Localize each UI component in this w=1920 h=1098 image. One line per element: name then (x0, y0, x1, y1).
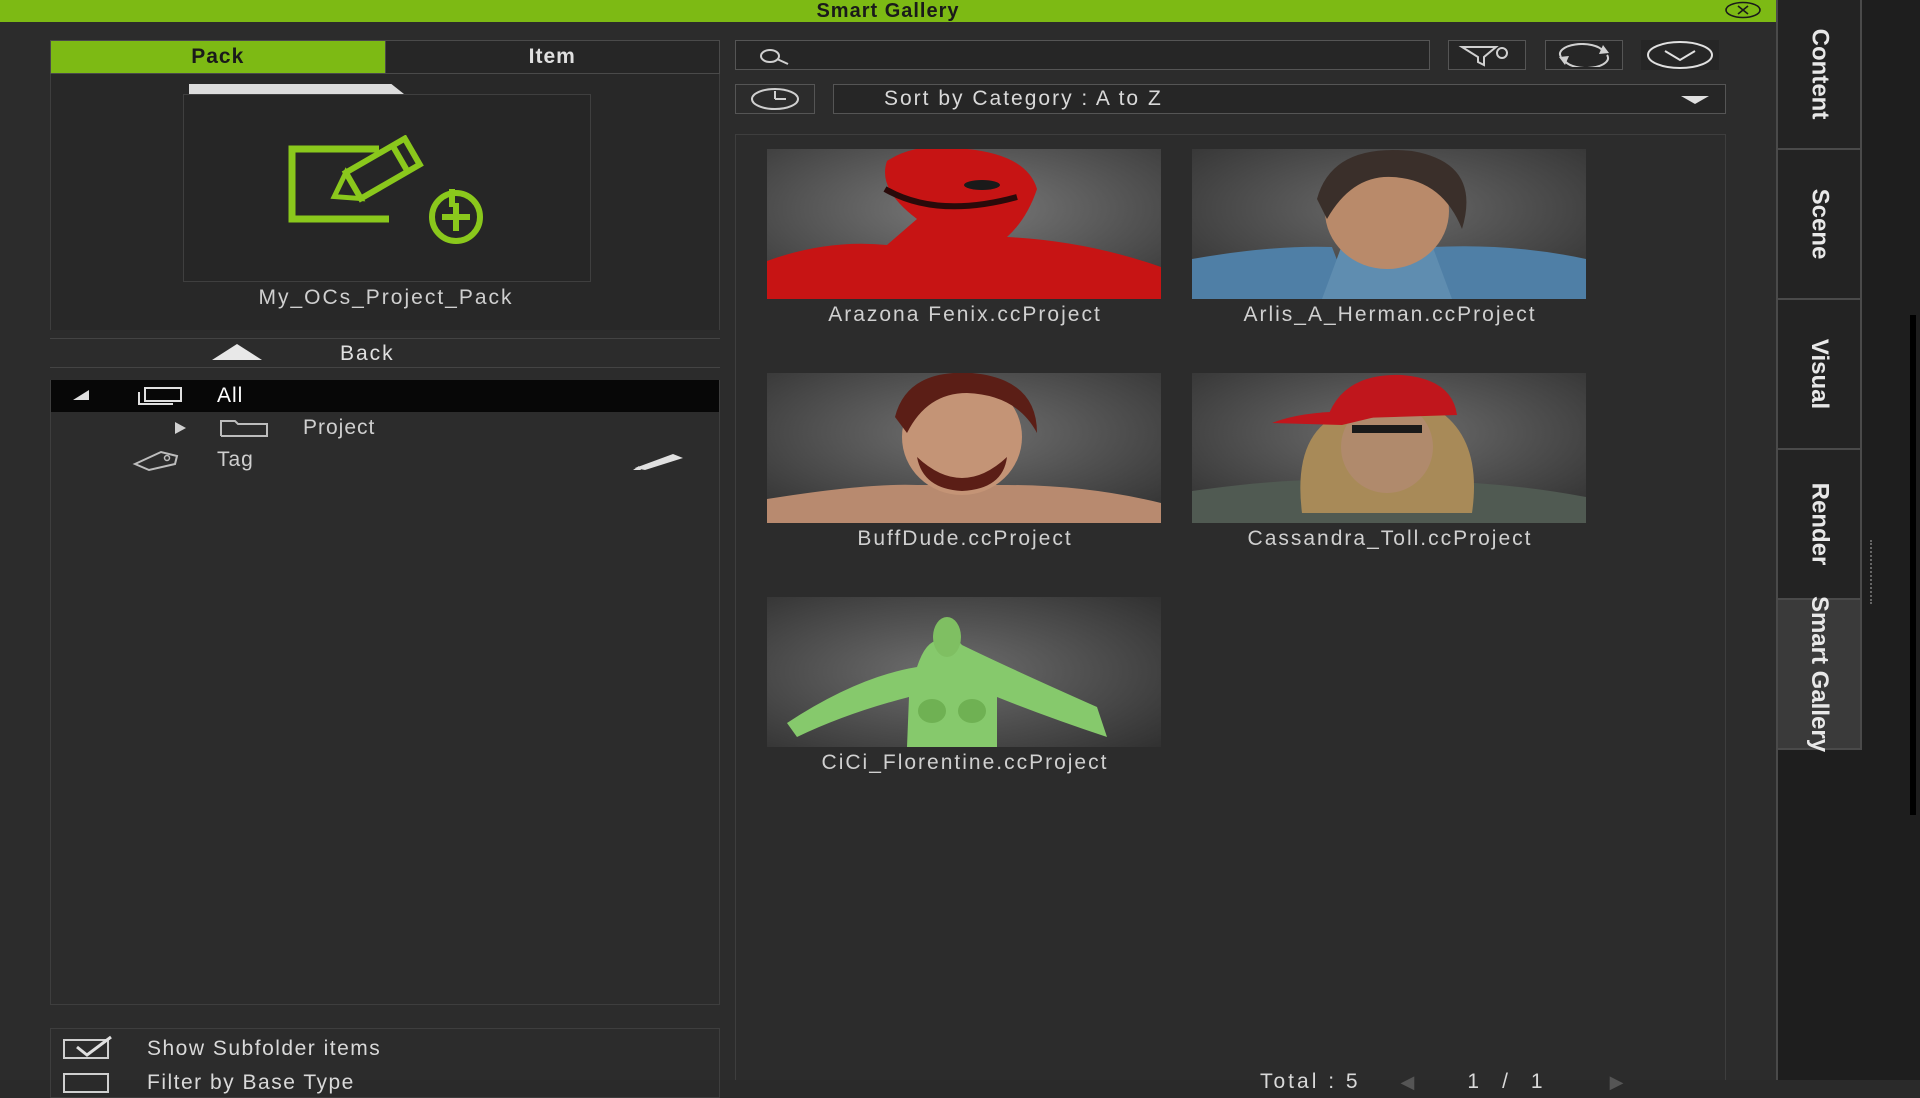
gallery-item[interactable]: Arazona Fenix.ccProject (767, 149, 1163, 326)
side-tab-bar: Content Scene Visual Render Smart Galler… (1776, 0, 1920, 1080)
search-icon (760, 49, 789, 65)
character-thumbnail-green (767, 597, 1161, 747)
gallery-item[interactable]: CiCi_Florentine.ccProject (767, 597, 1163, 774)
edit-pencil-icon[interactable] (631, 450, 687, 472)
thumbnail (767, 597, 1161, 747)
pack-name: My_OCs_Project_Pack (258, 286, 514, 309)
window-title: Smart Gallery (816, 0, 960, 22)
more-options-button[interactable] (1641, 40, 1719, 70)
right-panel: Sort by Category : A to Z Arazona Fenix.… (735, 40, 1735, 1093)
filter-base-type-checkbox[interactable] (63, 1073, 109, 1093)
side-tab-label: Render (1806, 482, 1833, 566)
gallery-grid: Arazona Fenix.ccProject Arlis_A_Herman.c… (735, 134, 1726, 1080)
tab-item[interactable]: Item (384, 41, 719, 73)
close-icon (1725, 1, 1761, 19)
clock-icon (751, 88, 799, 110)
tab-pack[interactable]: Pack (51, 41, 385, 73)
screen-icon (138, 387, 182, 405)
tree-item-project[interactable]: Project (51, 412, 719, 444)
item-label: BuffDude.ccProject (857, 527, 1073, 550)
total-count: Total : 5 (1260, 1070, 1361, 1093)
character-thumbnail-beard (767, 373, 1161, 523)
up-arrow-icon (212, 344, 262, 360)
total-pages: 1 (1530, 1070, 1546, 1093)
gallery-options: Show Subfolder items Filter by Base Type (50, 1028, 720, 1098)
thumbnail (767, 373, 1161, 523)
gallery-item[interactable]: Arlis_A_Herman.ccProject (1192, 149, 1588, 326)
tree-label: Tag (217, 448, 254, 471)
sort-label: Sort by Category : A to Z (884, 87, 1163, 110)
folder-icon (220, 420, 268, 437)
main-area: Pack Item My_OCs_Project_Pack Back All P… (0, 22, 1776, 1098)
item-label: CiCi_Florentine.ccProject (821, 751, 1109, 774)
tag-icon (132, 450, 179, 472)
pack-preview: My_OCs_Project_Pack (50, 74, 720, 330)
gallery-item[interactable]: BuffDude.ccProject (767, 373, 1163, 550)
show-subfolder-checkbox[interactable] (63, 1035, 112, 1059)
category-tree: All Project Tag (50, 380, 720, 1005)
gallery-item[interactable]: Cassandra_Toll.ccProject (1192, 373, 1588, 550)
item-label: Arlis_A_Herman.ccProject (1243, 303, 1537, 326)
expand-triangle-icon[interactable] (73, 390, 89, 400)
search-input[interactable] (735, 40, 1430, 70)
pack-item-tabs: Pack Item (50, 40, 720, 74)
chevron-down-circle-icon (1647, 41, 1713, 69)
page-separator: / (1502, 1070, 1511, 1093)
left-panel: Pack Item My_OCs_Project_Pack Back All P… (50, 40, 720, 1098)
character-thumbnail-denim (1192, 149, 1586, 299)
back-label: Back (340, 342, 395, 365)
pagination-footer: Total : 5 ◀ 1 / 1 ▶ (1260, 1070, 1626, 1094)
filter-button[interactable] (1448, 40, 1526, 70)
edit-pack-icon (288, 135, 483, 244)
side-tab-visual[interactable]: Visual (1778, 300, 1862, 450)
back-button[interactable]: Back (50, 338, 720, 368)
close-button[interactable] (1724, 1, 1762, 19)
filter-base-type-label: Filter by Base Type (147, 1071, 355, 1094)
thumbnail (1192, 149, 1586, 299)
checkmark-icon (76, 1035, 112, 1057)
show-subfolder-label: Show Subfolder items (147, 1037, 382, 1060)
prev-page-icon[interactable]: ◀ (1401, 1072, 1418, 1093)
refresh-icon (1559, 43, 1609, 67)
resize-grip[interactable] (1870, 540, 1880, 604)
thumbnail (1192, 373, 1586, 523)
side-tab-label: Visual (1805, 338, 1833, 410)
sort-dropdown[interactable]: Sort by Category : A to Z (833, 84, 1726, 114)
refresh-button[interactable] (1545, 40, 1623, 70)
tree-label: Project (303, 416, 376, 439)
character-thumbnail-cap (1192, 373, 1586, 523)
collapsed-triangle-icon[interactable] (175, 422, 186, 434)
side-tab-smart-gallery[interactable]: Smart Gallery (1778, 596, 1862, 752)
tree-label: All (217, 384, 244, 407)
pack-folder[interactable] (183, 94, 591, 282)
side-tab-label: Content (1806, 28, 1833, 120)
side-tab-scene[interactable]: Scene (1778, 150, 1862, 300)
recent-history-button[interactable] (735, 84, 815, 114)
current-page: 1 (1467, 1070, 1483, 1093)
item-label: Arazona Fenix.ccProject (828, 303, 1102, 326)
window-titlebar: Smart Gallery (0, 0, 1776, 22)
side-tab-label: Scene (1806, 188, 1833, 260)
side-tab-content[interactable]: Content (1778, 0, 1862, 150)
filter-base-type-option[interactable]: Filter by Base Type (63, 1071, 355, 1095)
side-tab-render[interactable]: Render (1778, 450, 1862, 600)
window-edge (1910, 315, 1916, 815)
show-subfolder-option[interactable]: Show Subfolder items (63, 1035, 382, 1061)
chevron-down-icon (1681, 96, 1709, 104)
tree-item-tag[interactable]: Tag (51, 444, 719, 476)
item-label: Cassandra_Toll.ccProject (1247, 527, 1533, 550)
tree-item-all[interactable]: All (51, 380, 719, 412)
filter-funnel-icon (1458, 46, 1508, 67)
thumbnail (767, 149, 1161, 299)
next-page-icon[interactable]: ▶ (1610, 1072, 1627, 1093)
character-thumbnail-red (767, 149, 1161, 299)
side-tab-label: Smart Gallery (1806, 595, 1833, 753)
